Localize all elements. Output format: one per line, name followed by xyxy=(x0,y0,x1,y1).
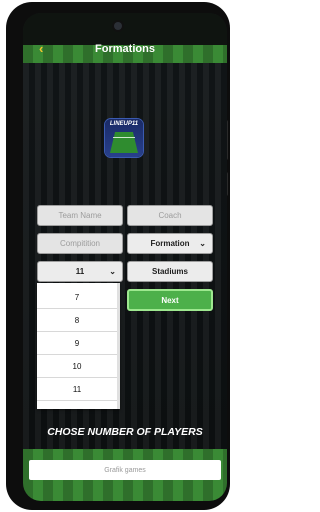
formation-select-label: Formation xyxy=(150,239,190,248)
stadiums-button[interactable]: Stadiums xyxy=(127,261,213,282)
players-dropdown-list: 7 8 9 10 11 xyxy=(37,283,120,409)
dropdown-scrollbar[interactable] xyxy=(117,283,120,409)
chevron-down-icon: ⌄ xyxy=(109,267,116,276)
formation-select[interactable]: Formation ⌄ xyxy=(127,233,213,254)
dropdown-option-9[interactable]: 9 xyxy=(37,333,117,355)
ad-banner[interactable]: Grafik games xyxy=(29,460,221,480)
app-logo: LINEUP11 xyxy=(105,119,143,157)
team-name-input[interactable]: Team Name xyxy=(37,205,123,226)
players-select-value: 11 xyxy=(75,267,85,276)
dropdown-option-7[interactable]: 7 xyxy=(37,287,117,309)
coach-input[interactable]: Coach xyxy=(127,205,213,226)
competition-input[interactable]: Compitition xyxy=(37,233,123,254)
dropdown-option-10[interactable]: 10 xyxy=(37,356,117,378)
logo-pitch-line xyxy=(113,137,135,138)
phone-frame: ‹ Formations LINEUP11 Team Name Coach Co… xyxy=(6,2,230,510)
logo-pitch xyxy=(110,132,138,153)
dropdown-option-11[interactable]: 11 xyxy=(37,379,117,401)
players-select[interactable]: 11 ⌄ xyxy=(37,261,123,282)
dropdown-option-8[interactable]: 8 xyxy=(37,310,117,332)
instruction-text: CHOSE NUMBER OF PLAYERS xyxy=(47,426,203,438)
front-camera xyxy=(114,22,122,30)
next-button[interactable]: Next xyxy=(127,289,213,311)
app-header xyxy=(23,13,227,63)
app-screen: ‹ Formations LINEUP11 Team Name Coach Co… xyxy=(23,13,227,501)
chevron-down-icon: ⌄ xyxy=(199,239,206,248)
logo-text: LINEUP11 xyxy=(109,121,139,127)
page-title: Formations xyxy=(95,43,155,55)
